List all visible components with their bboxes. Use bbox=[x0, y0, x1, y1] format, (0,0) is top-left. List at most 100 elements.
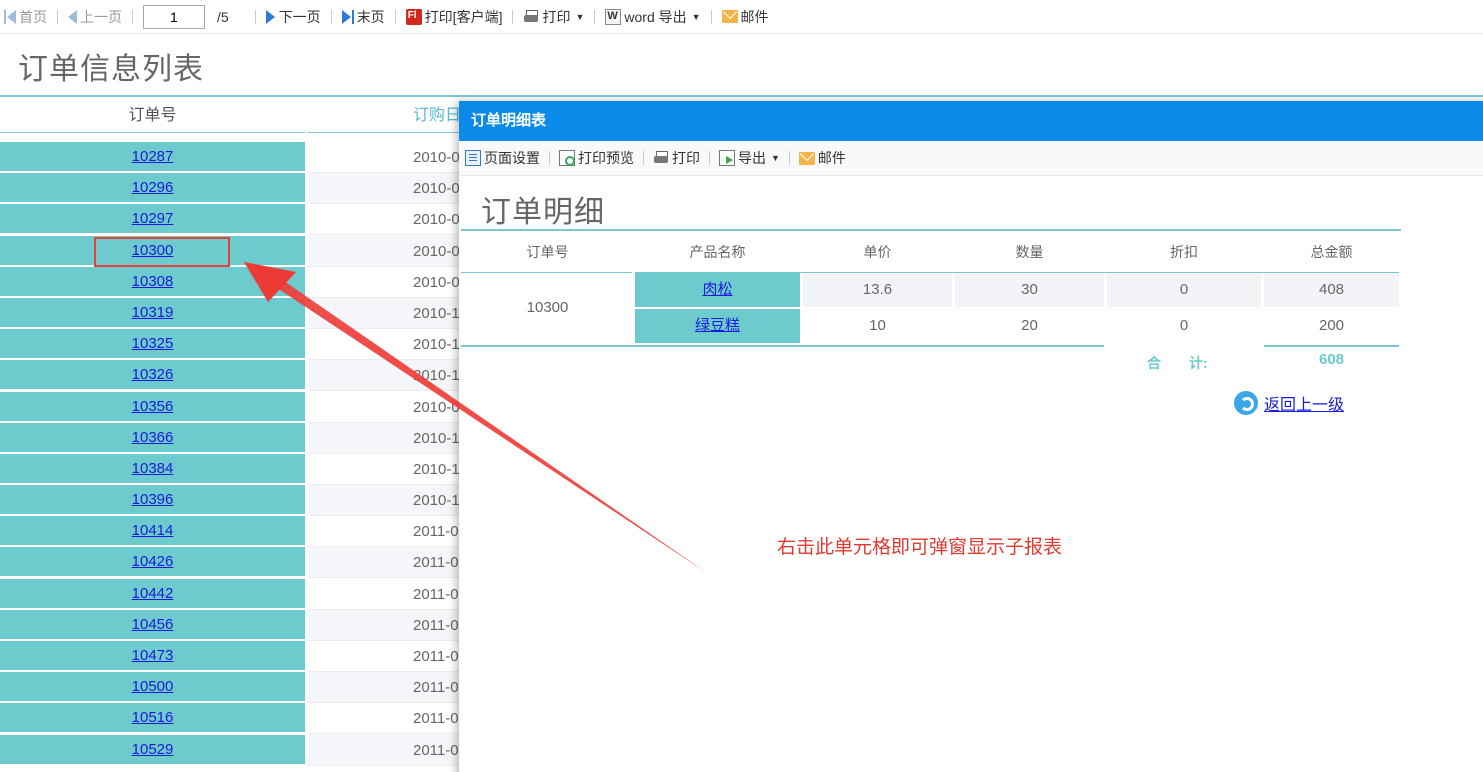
order-id-cell: 10426 bbox=[0, 547, 305, 577]
word-icon bbox=[605, 8, 622, 25]
order-id-link[interactable]: 10326 bbox=[132, 366, 174, 383]
quantity-cell: 20 bbox=[1021, 317, 1038, 334]
order-id-link[interactable]: 10414 bbox=[132, 522, 174, 539]
toolbar-separator bbox=[643, 151, 644, 165]
product-link[interactable]: 绿豆糕 bbox=[695, 317, 740, 334]
order-id-link[interactable]: 10366 bbox=[132, 429, 174, 446]
sub-report-title: 订单明细 bbox=[481, 196, 605, 229]
column-header-amount: 总金额 bbox=[1310, 244, 1353, 260]
order-date-cell: 2010-1 bbox=[308, 485, 460, 517]
column-header-quantity: 数量 bbox=[1015, 244, 1044, 260]
print-client-button[interactable]: 打印[客户端] bbox=[402, 0, 507, 34]
order-id-link[interactable]: 10456 bbox=[132, 616, 174, 633]
prev-page-button[interactable]: 上一页 bbox=[64, 0, 126, 34]
dialog-mail-button[interactable]: 邮件 bbox=[796, 141, 849, 176]
table-row: 10326 2010-1 bbox=[0, 360, 460, 392]
order-id-link[interactable]: 10325 bbox=[132, 335, 174, 352]
order-id-link[interactable]: 10319 bbox=[132, 304, 174, 321]
toolbar-separator bbox=[549, 151, 550, 165]
table-row: 10300 2010-0 bbox=[0, 235, 460, 267]
column-header-order-id: 订单号 bbox=[526, 244, 569, 260]
page-setup-button[interactable]: 页面设置 bbox=[462, 141, 543, 176]
order-id-link[interactable]: 10473 bbox=[132, 647, 174, 664]
first-page-icon bbox=[4, 9, 6, 24]
export-button[interactable]: 导出 ▼ bbox=[716, 141, 783, 176]
table-bottom-divider bbox=[461, 345, 1104, 347]
table-row: 10287 2010-0 bbox=[0, 142, 460, 173]
order-id-cell: 10442 bbox=[0, 578, 305, 608]
export-label: 导出 bbox=[738, 150, 766, 166]
print-label: 打印 bbox=[542, 8, 571, 25]
printer-icon bbox=[523, 9, 539, 25]
order-id-link[interactable]: 10384 bbox=[132, 460, 174, 477]
toolbar-separator bbox=[594, 9, 596, 24]
table-row: 10529 2011-0 bbox=[0, 734, 460, 766]
table-bottom-divider bbox=[1264, 345, 1399, 347]
order-date-cell: 2011-0 bbox=[308, 516, 460, 548]
first-page-button[interactable]: 首页 bbox=[0, 0, 51, 34]
next-page-label: 下一页 bbox=[278, 8, 321, 25]
toolbar-separator bbox=[709, 151, 710, 165]
order-date-cell: 2010-0 bbox=[308, 267, 460, 298]
order-id-cell: 10414 bbox=[0, 516, 305, 546]
order-date-cell: 2010-1 bbox=[308, 297, 460, 329]
table-row: 10456 2011-0 bbox=[0, 609, 460, 641]
amount-cell: 200 bbox=[1318, 317, 1345, 334]
sub-report-divider bbox=[461, 229, 1401, 231]
table-row: 10366 2010-1 bbox=[0, 422, 460, 454]
order-id-link[interactable]: 10287 bbox=[132, 148, 174, 165]
back-arrow-icon bbox=[1234, 391, 1258, 415]
back-link[interactable]: 返回上一级 bbox=[1234, 391, 1344, 415]
order-date-cell: 2011-0 bbox=[308, 734, 460, 766]
page-number-input[interactable] bbox=[143, 4, 205, 29]
table-row: 10426 2011-0 bbox=[0, 547, 460, 579]
mail-button[interactable]: 邮件 bbox=[718, 0, 773, 34]
order-date-cell: 2010-1 bbox=[308, 454, 460, 485]
print-preview-icon bbox=[559, 150, 575, 166]
word-export-label: word 导出 bbox=[624, 8, 687, 25]
price-cell: 10 bbox=[869, 317, 886, 334]
order-id-link[interactable]: 10296 bbox=[132, 179, 174, 196]
order-date-cell: 2010-0 bbox=[308, 204, 460, 236]
prev-page-label: 上一页 bbox=[80, 8, 122, 25]
next-page-button[interactable]: 下一页 bbox=[262, 0, 325, 34]
order-id-link[interactable]: 10529 bbox=[132, 741, 174, 758]
order-date-cell: 2011-0 bbox=[308, 672, 460, 704]
order-date-cell: 2011-0 bbox=[308, 609, 460, 641]
toolbar-separator bbox=[330, 9, 332, 24]
order-table: 10287 2010-0 10296 2010-0 10297 2010-0 10300 20… bbox=[0, 142, 460, 766]
product-link[interactable]: 肉松 bbox=[702, 281, 732, 298]
table-row: 10442 2011-0 bbox=[0, 578, 460, 610]
dialog-mail-label: 邮件 bbox=[817, 150, 846, 166]
table-row: 10473 2011-0 bbox=[0, 641, 460, 672]
first-page-arrow-icon bbox=[7, 9, 16, 24]
order-id-cell: 10326 bbox=[0, 360, 305, 390]
order-id-link[interactable]: 10396 bbox=[132, 491, 174, 508]
order-id-link[interactable]: 10308 bbox=[132, 273, 174, 290]
order-id-cell: 10456 bbox=[0, 609, 305, 639]
order-id-cell: 10308 bbox=[0, 266, 305, 296]
order-id-link[interactable]: 10297 bbox=[132, 210, 174, 227]
order-id-link[interactable]: 10426 bbox=[132, 553, 174, 570]
order-id-link[interactable]: 10356 bbox=[132, 398, 174, 415]
header-divider bbox=[0, 132, 305, 133]
dialog-print-button[interactable]: 打印 bbox=[650, 141, 703, 176]
table-row: 10356 2010-0 bbox=[0, 391, 460, 423]
word-export-button[interactable]: word 导出 ▼ bbox=[601, 0, 704, 34]
last-page-button[interactable]: 末页 bbox=[338, 0, 389, 34]
dialog-title[interactable]: 订单明细表 bbox=[459, 101, 1483, 141]
toolbar-separator bbox=[710, 9, 712, 24]
order-id-link[interactable]: 10500 bbox=[132, 678, 174, 695]
order-id-cell: 10516 bbox=[0, 703, 305, 733]
order-date-cell: 2011-0 bbox=[308, 547, 460, 579]
toolbar-separator bbox=[254, 9, 256, 24]
print-preview-button[interactable]: 打印预览 bbox=[556, 141, 637, 176]
print-button[interactable]: 打印 ▼ bbox=[519, 0, 588, 34]
order-id-link[interactable]: 10516 bbox=[132, 709, 174, 726]
order-detail-dialog: 订单明细表 页面设置 打印预览 打印 导出 ▼ 邮件 订单明细 订单号 产品名称 bbox=[459, 101, 1483, 772]
chevron-down-icon: ▼ bbox=[575, 11, 585, 22]
order-id-cell: 10384 bbox=[0, 453, 305, 483]
printer-icon bbox=[653, 150, 669, 166]
export-icon bbox=[719, 150, 735, 166]
order-id-link[interactable]: 10442 bbox=[132, 585, 174, 602]
